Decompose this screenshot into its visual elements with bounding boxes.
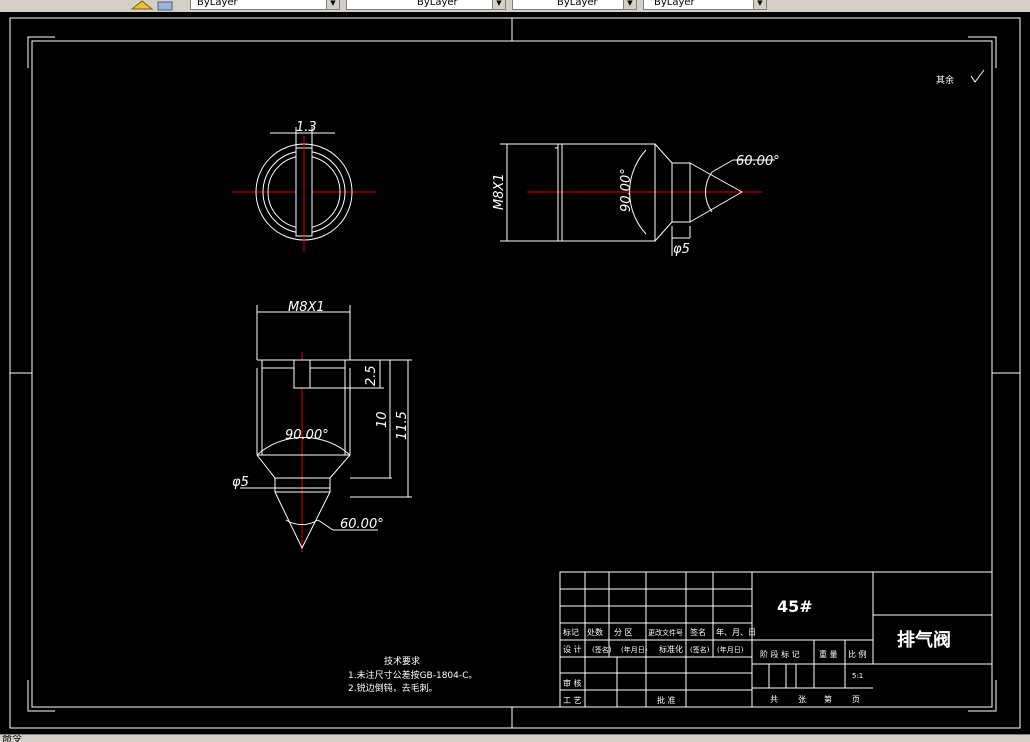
chevron-down-icon[interactable]: ▼ (753, 0, 766, 9)
tb-header-mark: 标记 (563, 627, 579, 637)
outer-border (9, 17, 1021, 729)
tb-row-approve: 批 准 (657, 695, 676, 705)
tb-row-std: 标准化 (659, 644, 683, 654)
linetype-combo-value: ByLayer (417, 0, 458, 8)
side-cone-angle-dim: 90.00° (619, 168, 634, 212)
inner-border (31, 40, 993, 708)
tb-sheet-no: 第 (824, 694, 832, 704)
tb-weight: 重 量 (819, 649, 838, 659)
tb-scale-value: 5:1 (852, 672, 863, 680)
roughness-icon (970, 69, 985, 83)
tb-header-date: 年、月、日 (716, 627, 756, 637)
plotstyle-combo-value: ByLayer (654, 0, 695, 8)
tb-scale: 比 例 (848, 649, 867, 659)
side-tip-angle-dim: 60.00° (736, 154, 780, 169)
notes-line-2: 2.锐边倒钝，去毛刺。 (348, 682, 438, 694)
tb-header-docno: 更改文件号 (648, 628, 683, 637)
tb-header-qty: 处数 (587, 627, 603, 637)
side-tip-dia-dim: φ5 (673, 242, 690, 257)
surface-finish-label: 其余 (936, 74, 954, 86)
layer-tools-icon[interactable] (128, 0, 176, 11)
chevron-down-icon[interactable]: ▼ (492, 0, 505, 9)
side-view[interactable] (500, 143, 775, 256)
part-name-label: 排气阀 (897, 629, 951, 651)
lineweight-combo[interactable]: ByLayer ▼ (512, 0, 637, 10)
tb-header-zone: 分 区 (614, 628, 633, 637)
front-thread-dim: M8X1 (288, 300, 325, 315)
color-combo-value: ByLayer (197, 0, 238, 8)
notes-heading: 技术要求 (384, 655, 420, 667)
tb-row-process: 工 艺 (563, 696, 582, 705)
slot-depth-dim: 2.5 (364, 365, 379, 386)
tb-std-sign: (签名) (690, 645, 710, 654)
linetype-combo[interactable]: ByLayer ▼ (346, 0, 506, 10)
color-combo[interactable]: ByLayer ▼ (190, 0, 340, 10)
chevron-down-icon[interactable]: ▼ (326, 0, 339, 9)
slot-width-dim: 1.3 (296, 120, 317, 135)
tb-row-review: 审 核 (563, 678, 582, 688)
tb-design-sign: (签名) (592, 645, 612, 654)
front-cone-angle-dim: 90.00° (285, 428, 329, 443)
tb-std-date: (年月日) (717, 645, 744, 654)
total-length-dim: 11.5 (395, 411, 410, 440)
end-view[interactable]: 1.3 (232, 120, 376, 252)
plotstyle-combo[interactable]: ByLayer ▼ (643, 0, 767, 10)
front-tip-dia-dim: φ5 (232, 475, 249, 490)
tb-stage-mark: 阶 段 标 记 (760, 649, 800, 659)
chevron-down-icon[interactable]: ▼ (623, 0, 636, 9)
thread-length-dim: 10 (375, 411, 390, 428)
drawing-canvas[interactable]: 其余 1.3 M8X1 90.00° 60.00° φ5 M8X1 2.5 10… (0, 12, 1030, 734)
tb-header-sign: 签名 (690, 627, 706, 637)
tb-row-design: 设 计 (563, 644, 582, 654)
tb-sheets-total: 共 (770, 695, 778, 704)
frame (9, 17, 1021, 729)
notes-line-1: 1.未注尺寸公差按GB-1804-C。 (348, 669, 477, 681)
tb-sheet-page: 页 (852, 695, 860, 704)
lineweight-combo-value: ByLayer (557, 0, 598, 8)
tb-sheets-label: 张 (798, 695, 806, 704)
tb-design-date: (年月日) (621, 645, 648, 654)
side-thread-dim: M8X1 (492, 173, 507, 210)
material-label: 45# (777, 597, 813, 616)
front-tip-angle-dim: 60.00° (340, 517, 384, 532)
